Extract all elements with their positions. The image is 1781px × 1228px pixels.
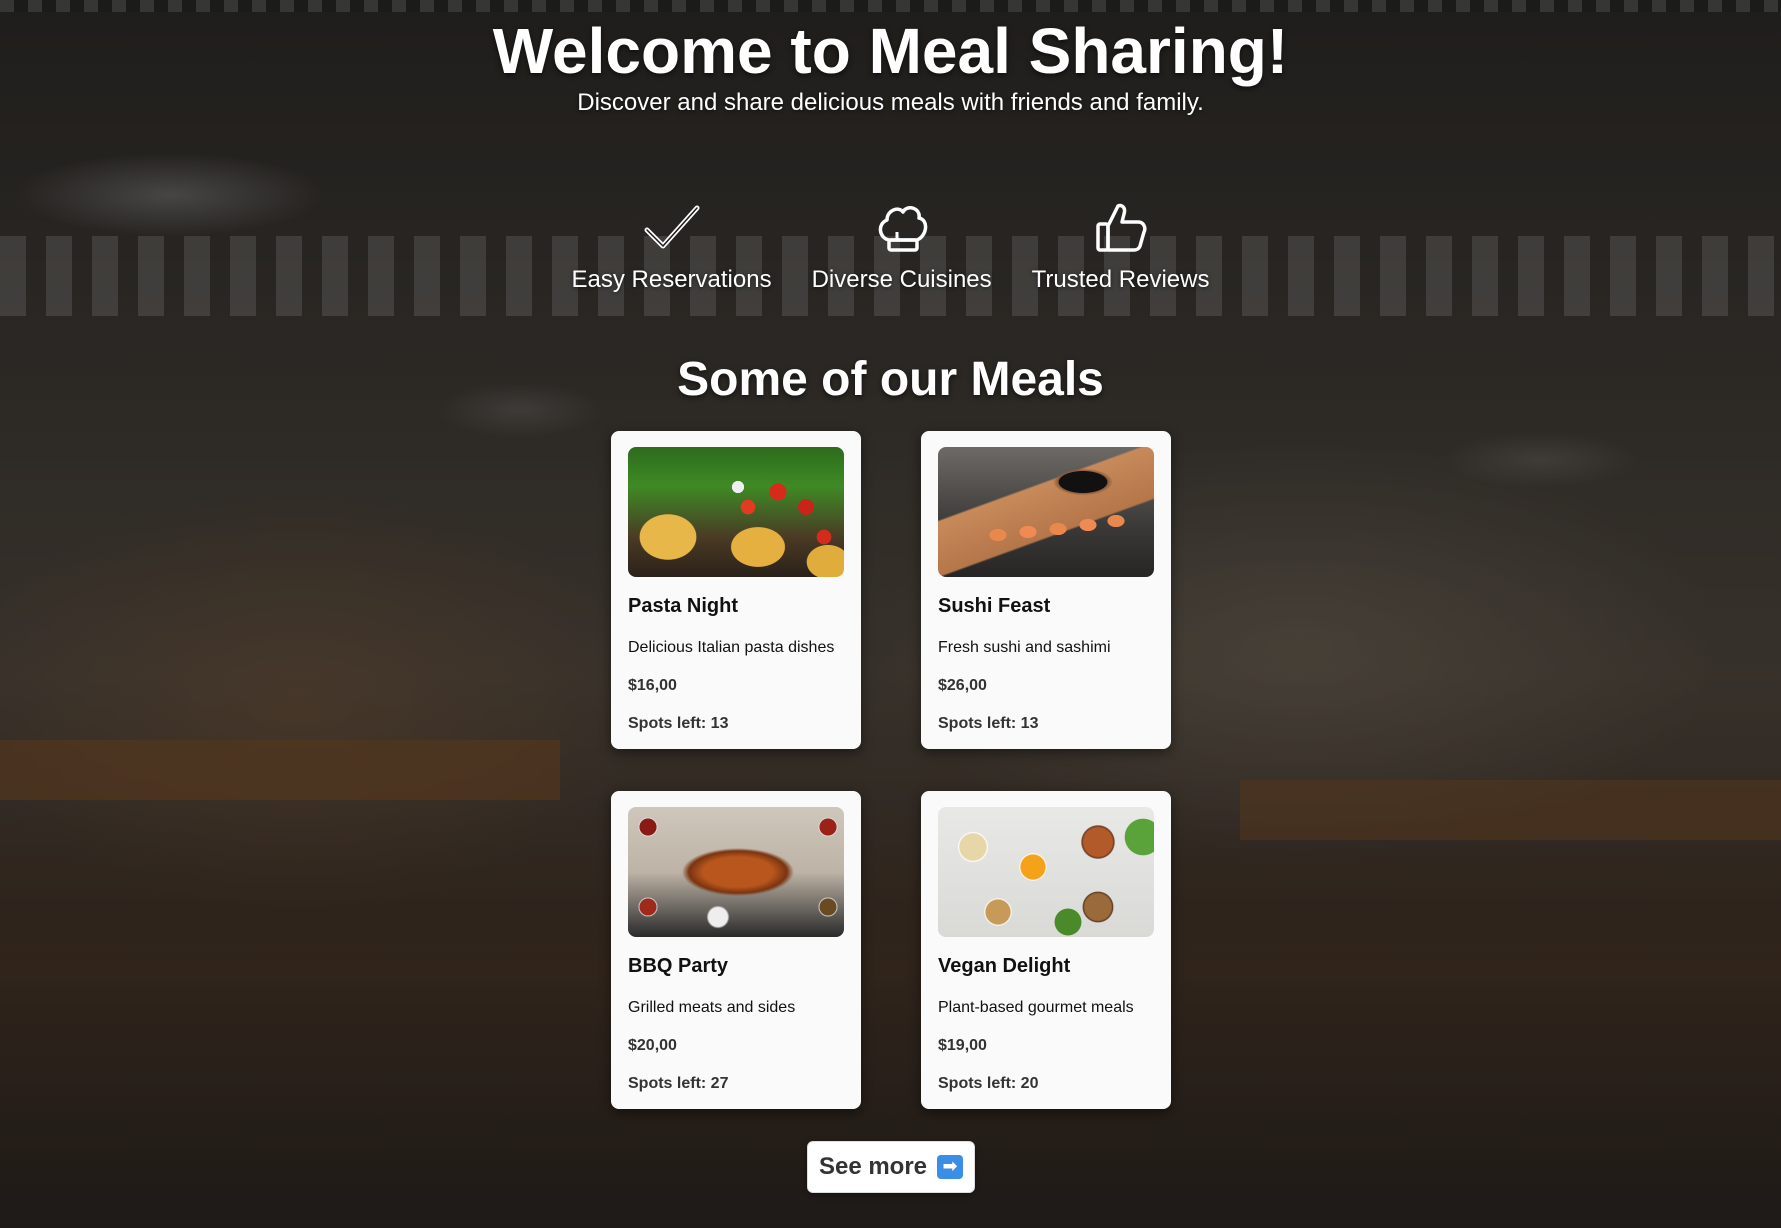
meal-description: Delicious Italian pasta dishes: [628, 639, 835, 656]
meal-card-pasta-night[interactable]: Pasta Night Delicious Italian pasta dish…: [611, 431, 861, 749]
page-content: Welcome to Meal Sharing! Discover and sh…: [0, 0, 1781, 1228]
meal-description: Plant-based gourmet meals: [938, 999, 1134, 1016]
features-row: Easy Reservations Diverse Cuisines Trust…: [0, 200, 1781, 294]
see-more-button[interactable]: See more ➡: [807, 1141, 975, 1193]
hero-subtitle: Discover and share delicious meals with …: [577, 89, 1204, 116]
meal-image: [938, 447, 1154, 577]
meal-spots-left: Spots left: 20: [938, 1075, 1039, 1092]
meal-name: Pasta Night: [628, 595, 739, 617]
meal-name: Vegan Delight: [938, 955, 1071, 977]
meal-card-bbq-party[interactable]: BBQ Party Grilled meats and sides $20,00…: [611, 791, 861, 1109]
meal-image: [938, 807, 1154, 937]
feature-trusted-reviews: Trusted Reviews: [1032, 200, 1210, 294]
meal-card-sushi-feast[interactable]: Sushi Feast Fresh sushi and sashimi $26,…: [921, 431, 1171, 749]
meal-description: Fresh sushi and sashimi: [938, 639, 1111, 656]
meal-price: $20,00: [628, 1037, 677, 1054]
meal-price: $19,00: [938, 1037, 987, 1054]
meal-spots-left: Spots left: 27: [628, 1075, 729, 1092]
feature-label: Diverse Cuisines: [811, 266, 992, 293]
meal-name: BBQ Party: [628, 955, 729, 977]
feature-label: Trusted Reviews: [1031, 266, 1210, 293]
thumbs-up-icon: [1095, 203, 1147, 252]
meal-name: Sushi Feast: [938, 595, 1051, 617]
meal-price: $16,00: [628, 677, 677, 694]
meal-spots-left: Spots left: 13: [938, 715, 1039, 732]
meal-image: [628, 807, 844, 937]
hero-title: Welcome to Meal Sharing!: [492, 15, 1289, 87]
meal-price: $26,00: [938, 677, 987, 694]
right-arrow-icon: ➡: [937, 1155, 964, 1179]
chef-hat-icon: [878, 206, 927, 252]
feature-label: Easy Reservations: [571, 266, 772, 293]
meals-section-title: Some of our Meals: [677, 353, 1104, 406]
meal-spots-left: Spots left: 13: [628, 715, 729, 732]
see-more-label: See more: [818, 1153, 928, 1180]
checkmark-icon: [644, 205, 700, 249]
feature-easy-reservations: Easy Reservations: [572, 200, 772, 294]
meal-image: [628, 447, 844, 577]
meal-card-vegan-delight[interactable]: Vegan Delight Plant-based gourmet meals …: [921, 791, 1171, 1109]
meal-description: Grilled meats and sides: [628, 999, 796, 1016]
feature-diverse-cuisines: Diverse Cuisines: [812, 200, 992, 294]
